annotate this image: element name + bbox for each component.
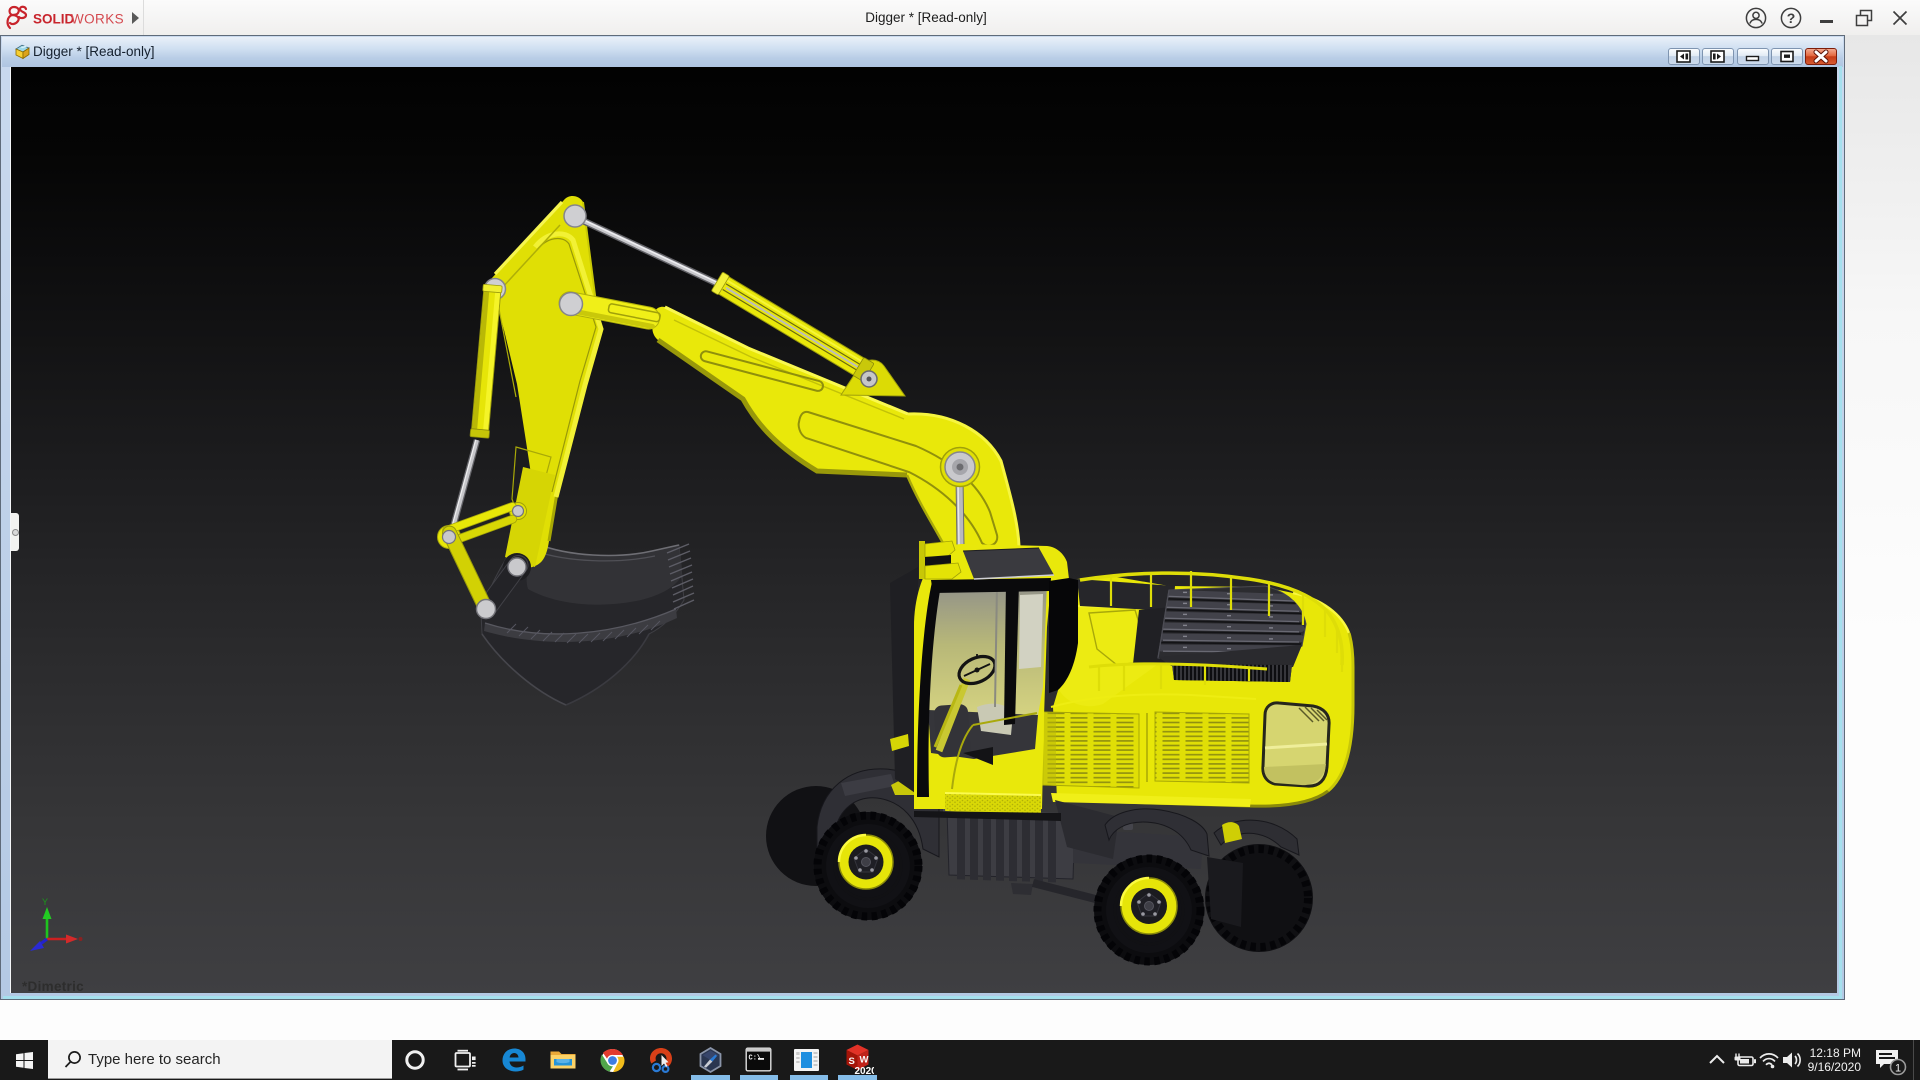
svg-text:1: 1 [1895,1063,1901,1075]
svg-text:W: W [860,1055,869,1066]
svg-text:Y: Y [42,897,48,907]
svg-text:SOLID: SOLID [33,12,75,27]
svg-text:WORKS: WORKS [71,12,124,27]
svg-text:?: ? [1787,10,1796,26]
svg-text:*Dimetric: *Dimetric [22,979,84,993]
